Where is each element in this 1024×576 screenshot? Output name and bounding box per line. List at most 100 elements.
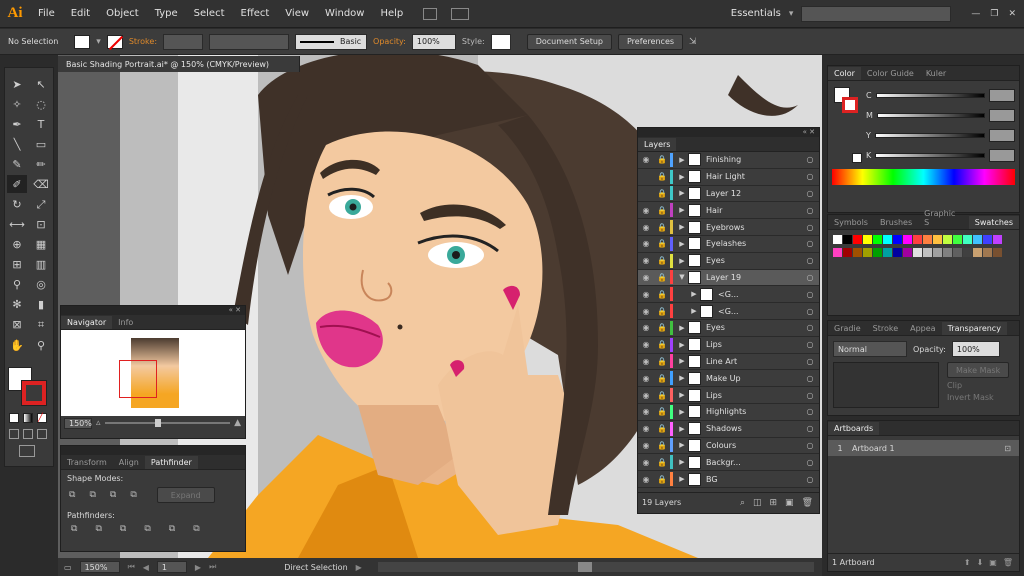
layer-name[interactable]: <G... <box>718 307 801 316</box>
expand-toggle-icon[interactable]: ▶ <box>676 374 688 382</box>
navigator-preview[interactable] <box>61 330 245 416</box>
lock-icon[interactable]: 🔒 <box>654 223 670 232</box>
visibility-eye-icon[interactable]: ◉ <box>638 307 654 316</box>
color-swatch[interactable] <box>842 247 852 257</box>
layer-name[interactable]: Eyes <box>706 256 801 265</box>
y-slider[interactable] <box>874 132 985 138</box>
expand-toggle-icon[interactable]: ▶ <box>676 441 688 449</box>
tab-stroke[interactable]: Stroke <box>867 322 905 335</box>
tab-transform[interactable]: Transform <box>61 456 113 469</box>
layer-row[interactable]: ◉ 🔒 ▶ Eyes ○ <box>638 319 819 337</box>
color-swatch[interactable] <box>992 247 1002 257</box>
visibility-eye-icon[interactable]: ◉ <box>638 290 654 299</box>
prev-artboard-icon[interactable]: ◀ <box>143 563 149 572</box>
tab-layers[interactable]: Layers <box>638 138 677 151</box>
color-swatch[interactable] <box>862 234 872 244</box>
color-swatch[interactable] <box>842 234 852 244</box>
lock-icon[interactable]: 🔒 <box>654 357 670 366</box>
layer-name[interactable]: BG <box>706 475 801 484</box>
tab-color[interactable]: Color <box>828 67 861 80</box>
panel-collapse-icon[interactable]: « ✕ <box>61 306 245 315</box>
target-circle-icon[interactable]: ○ <box>801 239 819 248</box>
color-swatch[interactable] <box>902 234 912 244</box>
scale-tool-icon[interactable]: ⤢ <box>31 196 51 214</box>
color-mode-icon[interactable] <box>9 413 19 423</box>
tab-align[interactable]: Align <box>113 456 145 469</box>
menu-window[interactable]: Window <box>317 8 372 19</box>
tab-navigator[interactable]: Navigator <box>61 316 113 329</box>
magic-wand-tool-icon[interactable]: ✧ <box>7 95 27 113</box>
color-swatch[interactable] <box>972 247 982 257</box>
layer-name[interactable]: Make Up <box>706 374 801 383</box>
lock-icon[interactable]: 🔒 <box>654 189 670 198</box>
clip-checkbox[interactable]: Clip <box>947 381 1009 390</box>
blend-tool-icon[interactable]: ◎ <box>31 276 51 294</box>
expand-toggle-icon[interactable]: ▶ <box>676 257 688 265</box>
tab-swatches[interactable]: Swatches <box>968 216 1019 229</box>
stroke-label[interactable]: Stroke: <box>129 37 157 46</box>
expand-toggle-icon[interactable]: ▶ <box>676 425 688 433</box>
expand-toggle-icon[interactable]: ▶ <box>676 156 688 164</box>
expand-toggle-icon[interactable]: ▶ <box>676 458 688 466</box>
color-swatch[interactable] <box>912 234 922 244</box>
target-circle-icon[interactable]: ○ <box>801 256 819 265</box>
symbol-sprayer-tool-icon[interactable]: ✻ <box>7 296 27 314</box>
expand-toggle-icon[interactable]: ▶ <box>676 189 688 197</box>
y-value-field[interactable] <box>989 128 1015 142</box>
chevron-down-icon[interactable]: ▾ <box>96 37 101 47</box>
color-swatch[interactable] <box>872 234 882 244</box>
hand-tool-icon[interactable]: ✋ <box>7 336 27 354</box>
zoom-level-field[interactable]: 150% <box>79 561 120 573</box>
visibility-eye-icon[interactable]: ◉ <box>638 357 654 366</box>
transparency-opacity-field[interactable]: 100% <box>951 341 1000 357</box>
layer-row[interactable]: ◉ 🔒 ▶ Colours ○ <box>638 437 819 455</box>
slice-tool-icon[interactable]: ⌗ <box>31 316 51 334</box>
document-setup-button[interactable]: Document Setup <box>526 33 612 50</box>
layer-row[interactable]: ◉ 🔒 ▶ Eyelashes ○ <box>638 235 819 253</box>
fill-swatch[interactable] <box>74 34 91 49</box>
visibility-eye-icon[interactable]: ◉ <box>638 155 654 164</box>
color-swatch[interactable] <box>892 247 902 257</box>
tab-graphic-styles[interactable]: Graphic S <box>918 207 969 229</box>
color-spectrum[interactable] <box>832 169 1015 185</box>
layer-name[interactable]: Shadows <box>706 424 801 433</box>
delete-artboard-icon[interactable]: 🗑 <box>1003 558 1013 567</box>
layer-row[interactable]: ◉ 🔒 ▶ <G... ○ <box>638 286 819 304</box>
rotate-tool-icon[interactable]: ↻ <box>7 195 27 213</box>
target-circle-icon[interactable]: ○ <box>801 206 819 215</box>
color-swatch[interactable] <box>952 247 962 257</box>
color-swatch[interactable] <box>982 234 992 244</box>
screen-mode-icon[interactable] <box>19 445 35 457</box>
expand-toggle-icon[interactable]: ▶ <box>676 408 688 416</box>
outline-icon[interactable]: ⧉ <box>169 524 175 534</box>
next-artboard-icon[interactable]: ▶ <box>195 563 201 572</box>
layer-row[interactable]: ◉ 🔒 ▶ <G... ○ <box>638 303 819 320</box>
color-swatch[interactable] <box>962 247 972 257</box>
new-artboard-icon[interactable]: ▣ <box>989 558 997 567</box>
lock-icon[interactable]: 🔒 <box>654 407 670 416</box>
lasso-tool-icon[interactable]: ◌ <box>31 95 51 113</box>
trash-icon[interactable]: 🗑 <box>802 498 813 508</box>
panel-collapse-icon[interactable]: « ✕ <box>638 128 819 137</box>
expand-toggle-icon[interactable]: ▶ <box>676 357 688 365</box>
lock-icon[interactable]: 🔒 <box>654 458 670 467</box>
layer-row[interactable]: ◉ 🔒 ▶ Hair ○ <box>638 202 819 220</box>
target-circle-icon[interactable]: ○ <box>801 374 819 383</box>
target-circle-icon[interactable]: ○ <box>801 323 819 332</box>
visibility-eye-icon[interactable]: ◉ <box>638 458 654 467</box>
layer-row[interactable]: ◉ 🔒 ▼ Layer 19 ○ <box>638 269 819 287</box>
lock-icon[interactable]: 🔒 <box>654 424 670 433</box>
menu-select[interactable]: Select <box>186 8 233 19</box>
variable-width-dropdown[interactable] <box>209 33 290 50</box>
gradient-tool-icon[interactable]: ▥ <box>31 256 51 274</box>
layer-row[interactable]: 🔒 ▶ Hair Light ○ <box>638 168 819 186</box>
target-circle-icon[interactable]: ○ <box>801 223 819 232</box>
expand-toggle-icon[interactable]: ▶ <box>688 307 700 315</box>
lock-icon[interactable]: 🔒 <box>654 206 670 215</box>
expand-toggle-icon[interactable]: ▶ <box>676 324 688 332</box>
layer-name[interactable]: Eyebrows <box>706 223 801 232</box>
stroke-color-box[interactable] <box>21 380 47 406</box>
minimize-icon[interactable]: — <box>971 9 980 19</box>
perspective-grid-tool-icon[interactable]: ▦ <box>31 236 51 254</box>
tab-brushes[interactable]: Brushes <box>874 216 918 229</box>
